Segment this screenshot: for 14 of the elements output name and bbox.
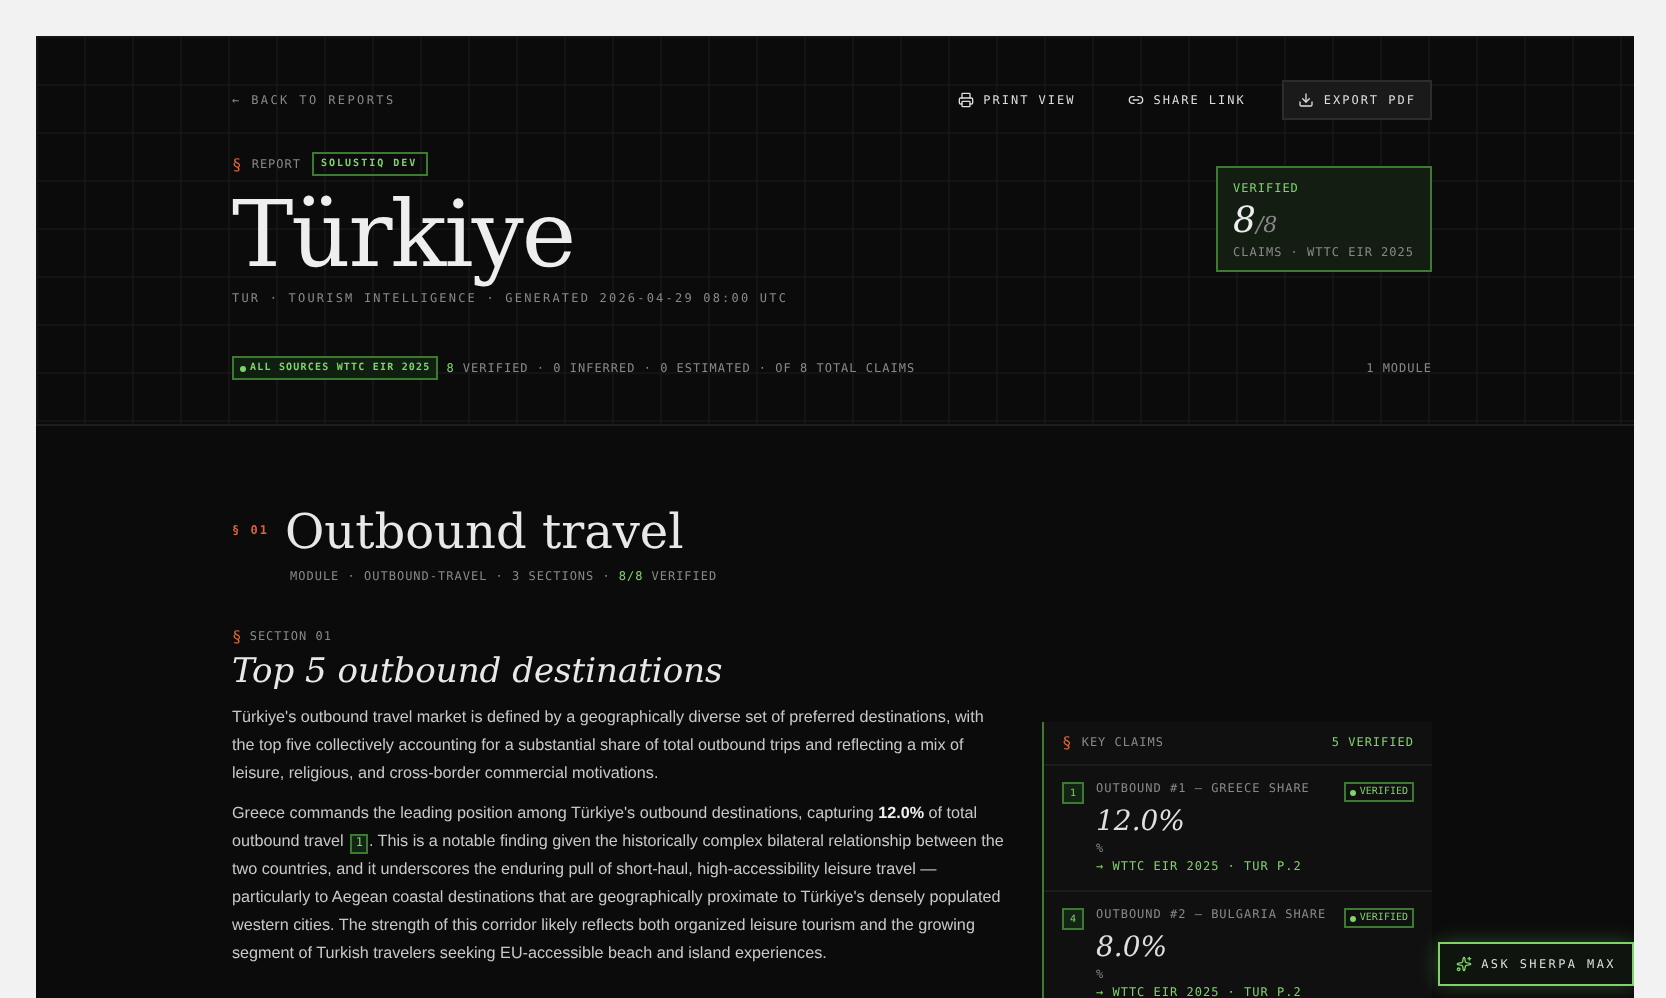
verified-count: 8 — [1233, 200, 1256, 242]
claim-value: 12.0% — [1096, 806, 1187, 839]
module-title: Outbound travel — [284, 506, 684, 559]
section-mark: § — [232, 628, 242, 647]
section-title: Top 5 outbound destinations — [232, 652, 725, 693]
sparkle-icon — [1455, 956, 1472, 972]
verified-total: /8 — [1255, 212, 1278, 238]
download-icon — [1297, 92, 1314, 108]
claim-value: 8.0% — [1096, 932, 1170, 965]
section-mark: § — [232, 155, 242, 173]
section-mark: § — [1062, 734, 1072, 753]
link-icon — [1127, 92, 1144, 108]
printer-icon — [957, 92, 974, 108]
paragraph: Türkiye's outbound travel market is defined by a geographically diverse set of preferred destinations, with the top five collectively accounting for a substantial share of total outbound trips and reflecting a mix of leisure, religious, and cross-border commercial motivations. — [232, 706, 986, 787]
